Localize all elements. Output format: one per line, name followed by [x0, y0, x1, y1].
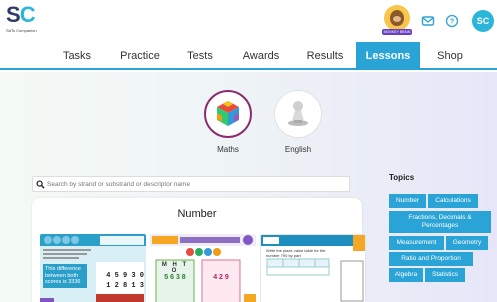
- tab-tasks[interactable]: Tasks: [52, 42, 102, 70]
- topic-tag-geometry[interactable]: Geometry: [446, 236, 488, 250]
- subject-maths[interactable]: Maths: [202, 90, 254, 154]
- logo-letter: C: [19, 2, 36, 27]
- lessons-page: Maths English Number: [0, 72, 497, 302]
- avatar-badge: MONKEY BRAIN: [382, 29, 412, 35]
- tab-awards[interactable]: Awards: [236, 42, 286, 70]
- topic-tag-algebra[interactable]: Algebra: [389, 268, 423, 282]
- lesson-group-card: Number This difference between both scor…: [32, 198, 366, 302]
- topic-tag-number[interactable]: Number: [389, 194, 426, 208]
- thumbnail-sum: 4 5 9 3 0: [106, 272, 144, 280]
- subject-english[interactable]: English: [272, 90, 324, 154]
- thumbnail-digits: 5 6 3 8: [164, 274, 186, 281]
- lesson-thumbnail[interactable]: This difference between both scores is 3…: [40, 234, 146, 302]
- thumbnail-note: This difference between both scores is 3…: [45, 266, 81, 285]
- mail-icon[interactable]: [421, 14, 435, 28]
- topic-tag-ratio[interactable]: Ratio and Proportion: [389, 252, 473, 266]
- account-button[interactable]: SC: [472, 10, 494, 32]
- subject-label: English: [284, 145, 312, 154]
- tab-tests[interactable]: Tests: [178, 42, 222, 70]
- thumbnail-heading: Write the place value table for the numb…: [266, 248, 326, 258]
- logo-letter: S: [6, 2, 21, 27]
- monkey-avatar-icon: [384, 5, 410, 31]
- english-subject-icon: [274, 90, 322, 138]
- tab-shop[interactable]: Shop: [428, 42, 472, 70]
- avatar[interactable]: MONKEY BRAIN: [382, 5, 412, 39]
- topic-tag-calculations[interactable]: Calculations: [428, 194, 478, 208]
- main-nav: Tasks Practice Tests Awards Results Less…: [0, 42, 497, 70]
- thumbnail-sum: 1 2 8 1 3: [106, 282, 144, 290]
- lesson-thumbnail[interactable]: M H T O 5 6 3 8 4 2 9: [150, 234, 256, 302]
- search-icon: [36, 180, 45, 189]
- help-icon[interactable]: ?: [445, 14, 459, 28]
- logo-subtitle: SATs Companion: [6, 28, 37, 33]
- topics-heading: Topics: [389, 173, 415, 182]
- app-header: SC SATs Companion MONKEY BRAIN ? SC: [0, 0, 497, 42]
- tab-practice[interactable]: Practice: [112, 42, 168, 70]
- topic-tag-measurement[interactable]: Measurement: [389, 236, 444, 250]
- svg-text:?: ?: [450, 19, 454, 26]
- lesson-thumbnail[interactable]: Write the place value table for the numb…: [260, 234, 366, 302]
- thumbnail-columns: M H T O: [161, 262, 189, 274]
- maths-subject-icon: [204, 90, 252, 138]
- thumbnail-digits: 4 2 9: [213, 274, 229, 281]
- lesson-group-title: Number: [177, 208, 217, 220]
- search-input[interactable]: [47, 178, 347, 190]
- tab-lessons[interactable]: Lessons: [356, 42, 420, 70]
- subject-label: Maths: [217, 145, 239, 154]
- tab-results[interactable]: Results: [298, 42, 352, 70]
- search-bar: [32, 176, 350, 192]
- topic-tag-statistics[interactable]: Statistics: [425, 268, 465, 282]
- topic-tag-fractions[interactable]: Fractions, Decimals & Percentages: [389, 211, 491, 233]
- sats-companion-logo[interactable]: SC SATs Companion: [6, 4, 46, 40]
